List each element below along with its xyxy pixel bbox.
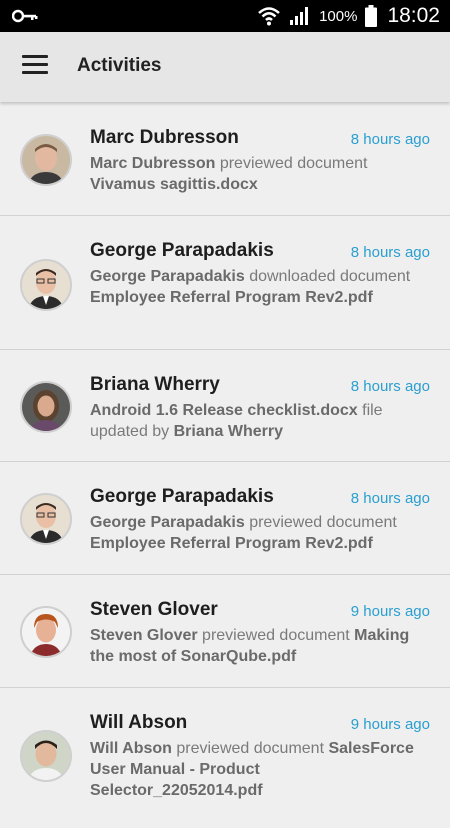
description-text: downloaded document <box>244 268 411 285</box>
menu-icon[interactable] <box>22 55 48 77</box>
avatar <box>20 606 72 658</box>
list-item[interactable]: George Parapadakis 8 hours ago George Pa… <box>0 462 450 575</box>
description-emphasis: Vivamus sagittis.docx <box>90 176 258 193</box>
list-item[interactable]: Briana Wherry 8 hours ago Android 1.6 Re… <box>0 350 450 462</box>
activity-time: 8 hours ago <box>350 490 430 507</box>
wifi-icon <box>258 7 280 26</box>
activity-description: George Parapadakis downloaded document E… <box>90 266 435 308</box>
description-text: previewed document <box>197 627 355 644</box>
activity-time: 9 hours ago <box>350 716 430 733</box>
activity-time: 8 hours ago <box>350 244 430 261</box>
description-emphasis: Steven Glover <box>90 627 198 644</box>
description-text: previewed document <box>244 514 397 531</box>
description-emphasis: Marc Dubresson <box>90 155 216 172</box>
battery-percentage: 100% <box>319 7 358 25</box>
page-title: Activities <box>77 55 162 76</box>
avatar <box>20 259 72 311</box>
activity-user-name: George Parapadakis <box>90 486 274 507</box>
avatar <box>20 730 72 782</box>
description-emphasis: Briana Wherry <box>173 423 283 440</box>
description-emphasis: Android 1.6 Release checklist.docx <box>90 402 358 419</box>
activity-description: Marc Dubresson previewed document Vivamu… <box>90 153 435 195</box>
activity-time: 8 hours ago <box>350 378 430 395</box>
activity-description: Will Abson previewed document SalesForce… <box>90 738 435 801</box>
activity-user-name: Will Abson <box>90 712 188 733</box>
description-emphasis: Employee Referral Program Rev2.pdf <box>90 535 373 552</box>
app-bar: Activities <box>0 32 450 102</box>
activity-time: 9 hours ago <box>350 603 430 620</box>
description-text: previewed document <box>215 155 368 172</box>
status-bar: 100% 18:02 <box>0 0 450 32</box>
battery-icon <box>365 5 378 27</box>
avatar <box>20 493 72 545</box>
activity-description: George Parapadakis previewed document Em… <box>90 512 435 554</box>
description-emphasis: George Parapadakis <box>90 514 245 531</box>
activity-user-name: Steven Glover <box>90 599 218 620</box>
list-item[interactable]: Marc Dubresson 8 hours ago Marc Dubresso… <box>0 103 450 216</box>
activity-user-name: Briana Wherry <box>90 374 220 395</box>
activity-user-name: Marc Dubresson <box>90 127 239 148</box>
avatar <box>20 381 72 433</box>
list-item[interactable]: George Parapadakis 8 hours ago George Pa… <box>0 216 450 350</box>
activity-description: Steven Glover previewed document Making … <box>90 625 435 667</box>
description-emphasis: George Parapadakis <box>90 268 245 285</box>
activity-description: Android 1.6 Release checklist.docx file … <box>90 400 435 442</box>
description-emphasis: Employee Referral Program Rev2.pdf <box>90 289 373 306</box>
list-item[interactable]: Will Abson 9 hours ago Will Abson previe… <box>0 688 450 828</box>
list-item[interactable]: Steven Glover 9 hours ago Steven Glover … <box>0 575 450 688</box>
activity-time: 8 hours ago <box>350 131 430 148</box>
description-text: previewed document <box>171 740 329 757</box>
activity-user-name: George Parapadakis <box>90 240 274 261</box>
key-icon <box>12 9 38 23</box>
clock: 18:02 <box>387 4 440 27</box>
signal-icon <box>290 7 309 25</box>
description-emphasis: Will Abson <box>90 740 172 757</box>
avatar <box>20 134 72 186</box>
